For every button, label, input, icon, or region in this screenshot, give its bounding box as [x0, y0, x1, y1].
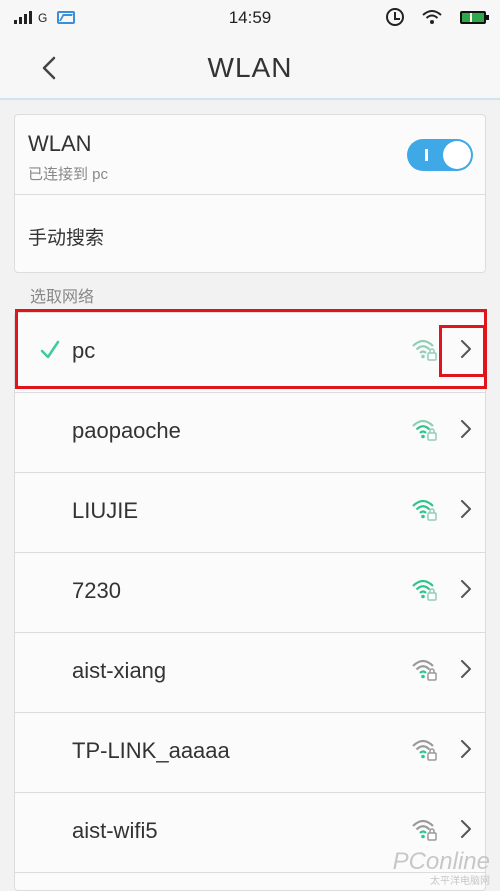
- network-name: LIUJIE: [72, 498, 139, 523]
- watermark: PConline 太平洋电脑网: [393, 848, 490, 887]
- network-name: aist-wifi5: [72, 818, 158, 843]
- wifi-lock-icon: [412, 819, 437, 841]
- wifi-icon: [422, 10, 442, 24]
- chevron-right-icon[interactable]: [458, 657, 474, 681]
- network-row[interactable]: TP-LINK_aaaaa: [15, 713, 485, 793]
- network-row[interactable]: paopaoche: [15, 393, 485, 473]
- connection-status: 已连接到 pc: [28, 166, 109, 183]
- toggle-knob: [443, 141, 471, 169]
- wifi-lock-icon: [412, 419, 437, 441]
- network-row[interactable]: pc: [15, 313, 485, 393]
- chevron-right-icon[interactable]: [458, 337, 474, 361]
- network-row[interactable]: aist-xiang: [15, 633, 485, 713]
- chevron-right-icon[interactable]: [458, 417, 474, 441]
- wlan-toggle-row: WLAN 已连接到 pc: [15, 115, 485, 195]
- chevron-right-icon[interactable]: [458, 817, 474, 841]
- page-title: WLAN: [207, 52, 293, 83]
- alarm-icon: [386, 8, 404, 26]
- network-name: TP-LINK_aaaaa: [72, 738, 230, 763]
- wifi-lock-icon: [412, 499, 437, 521]
- network-name: 7230: [72, 578, 121, 603]
- network-name: paopaoche: [72, 418, 181, 443]
- section-label: 选取网络: [30, 289, 95, 306]
- wlan-card: WLAN 已连接到 pc 手动搜索: [14, 114, 486, 273]
- wifi-lock-icon: [412, 579, 437, 601]
- status-bar: G 14:59: [0, 0, 500, 36]
- network-row[interactable]: LIUJIE: [15, 473, 485, 553]
- wlan-toggle[interactable]: [407, 139, 473, 171]
- wifi-lock-icon: [412, 739, 437, 761]
- check-icon: [40, 340, 60, 359]
- status-right: [386, 8, 489, 26]
- toggle-on-indicator: [425, 149, 428, 161]
- wlan-label: WLAN: [28, 131, 92, 156]
- title-bar: WLAN: [0, 36, 500, 100]
- chevron-right-icon[interactable]: [458, 497, 474, 521]
- wifi-lock-icon: [412, 339, 437, 361]
- manual-search-label: 手动搜索: [28, 228, 105, 249]
- network-list: pc paopaoche LIUJIE 7230 aist-xiang TP-L…: [14, 312, 486, 891]
- chevron-right-icon[interactable]: [458, 737, 474, 761]
- network-name: aist-xiang: [72, 658, 167, 683]
- network-row[interactable]: 7230: [15, 553, 485, 633]
- manual-search-row[interactable]: 手动搜索: [15, 195, 485, 274]
- network-name: pc: [72, 338, 96, 363]
- chevron-right-icon[interactable]: [458, 577, 474, 601]
- battery-icon: [460, 10, 489, 24]
- wifi-lock-icon: [412, 659, 437, 681]
